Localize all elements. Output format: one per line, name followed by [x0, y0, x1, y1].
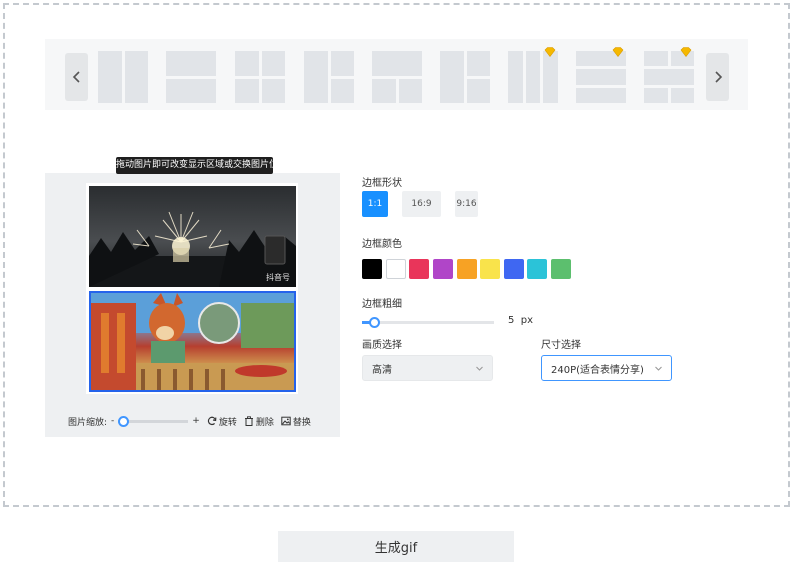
layout-cell [261, 51, 285, 76]
photo-toolbar: 图片缩放: - + 旋转 删除 替换 [68, 414, 311, 428]
ratio-option-9-16[interactable]: 9:16 [455, 191, 478, 217]
layout-cell [330, 78, 354, 103]
quality-select[interactable]: 高清 [362, 355, 493, 381]
layout-cell [670, 87, 694, 103]
layout-cell [508, 51, 523, 103]
collage-photo-fireworks[interactable]: 抖音号 [89, 186, 296, 287]
layout-cell [644, 69, 694, 85]
zoom-label: 图片缩放: [68, 417, 108, 428]
replace-label: 替换 [292, 417, 311, 428]
ratio-option-16-9[interactable]: 16:9 [402, 191, 441, 217]
layout-cell [166, 51, 216, 76]
border-width-slider[interactable] [362, 317, 494, 328]
layout-cell [98, 51, 122, 103]
color-swatch-orange[interactable] [457, 259, 477, 279]
layout-cell [440, 51, 464, 103]
vip-diamond-icon [544, 47, 556, 57]
layout-cell [576, 69, 626, 85]
chevron-down-icon [476, 366, 483, 371]
color-swatch-cyan[interactable] [527, 259, 547, 279]
layout-option-left-big[interactable] [304, 51, 354, 103]
chevron-right-icon [714, 71, 722, 83]
drag-hint-tooltip: 拖动图片即可改变显示区域或交换图片位置 [116, 157, 273, 174]
collage-photo-zootopia[interactable] [89, 291, 296, 392]
trash-icon [244, 416, 253, 426]
border-color-label: 边框颜色 [362, 239, 402, 250]
layout-option-right-big[interactable] [440, 51, 490, 103]
layout-cell [644, 51, 668, 67]
replace-button[interactable]: 替换 [281, 415, 311, 428]
size-selected-value: 240P(适合表情分享) [551, 364, 644, 376]
layout-option-mixed-grid[interactable] [644, 51, 694, 103]
rotate-icon [207, 416, 217, 426]
quality-label: 画质选择 [362, 340, 402, 351]
vip-diamond-icon [612, 47, 624, 57]
layout-option-four-grid[interactable] [235, 51, 285, 103]
rotate-button[interactable]: 旋转 [207, 415, 237, 428]
color-swatch-white[interactable] [386, 259, 406, 279]
layout-cell [124, 51, 148, 103]
color-swatch-black[interactable] [362, 259, 382, 279]
border-width-number: 5 [508, 315, 515, 326]
layout-cell [235, 78, 259, 103]
color-swatch-red[interactable] [409, 259, 429, 279]
layout-option-top-wide[interactable] [372, 51, 422, 103]
layout-option-two-columns[interactable] [98, 51, 148, 103]
chevron-left-icon [72, 71, 80, 83]
layout-cell [372, 51, 422, 76]
rotate-label: 旋转 [218, 417, 237, 428]
layout-cell [330, 51, 354, 76]
color-swatch-purple[interactable] [433, 259, 453, 279]
layout-cell [644, 87, 668, 103]
size-select[interactable]: 240P(适合表情分享) [541, 355, 672, 381]
border-width-slider-handle[interactable] [369, 317, 380, 328]
layout-cell [166, 78, 216, 103]
fireworks-image [89, 211, 296, 287]
color-swatch-blue[interactable] [504, 259, 524, 279]
delete-button[interactable]: 删除 [244, 415, 274, 428]
layout-prev-button[interactable] [65, 53, 88, 101]
image-icon [281, 416, 291, 426]
photo-watermark: 抖音号 [266, 273, 290, 282]
color-swatch-green[interactable] [551, 259, 571, 279]
layout-cell [398, 78, 422, 103]
zoom-plus-button[interactable]: + [192, 416, 200, 426]
size-label: 尺寸选择 [541, 340, 581, 351]
layout-cell [466, 51, 490, 76]
chevron-down-icon [655, 366, 662, 371]
zoom-slider[interactable] [118, 415, 189, 427]
ratio-option-1-1[interactable]: 1:1 [362, 191, 388, 217]
border-width-value: 5 px [508, 315, 533, 326]
quality-selected-value: 高清 [372, 364, 392, 376]
layout-option-three-rows[interactable] [576, 51, 626, 103]
layout-option-three-columns[interactable] [508, 51, 558, 103]
layout-cell [235, 51, 259, 76]
border-shape-label: 边框形状 [362, 178, 402, 189]
layout-cell [576, 87, 626, 103]
layout-option-two-rows[interactable] [166, 51, 216, 103]
color-swatch-yellow[interactable] [480, 259, 500, 279]
layout-cell [525, 51, 541, 103]
zoom-slider-handle[interactable] [118, 415, 130, 427]
border-width-unit: px [520, 315, 533, 326]
layout-cell [261, 78, 285, 103]
layout-cell [466, 78, 490, 103]
zoom-minus-button[interactable]: - [111, 416, 114, 426]
layout-next-button[interactable] [706, 53, 729, 101]
layout-cell [372, 78, 396, 103]
cartoon-fox-image [91, 293, 294, 390]
generate-gif-button[interactable]: 生成gif [278, 531, 514, 562]
layout-cell [543, 51, 558, 103]
delete-label: 删除 [255, 417, 274, 428]
layout-cell [304, 51, 328, 103]
vip-diamond-icon [680, 47, 692, 57]
border-width-label: 边框粗细 [362, 299, 402, 310]
